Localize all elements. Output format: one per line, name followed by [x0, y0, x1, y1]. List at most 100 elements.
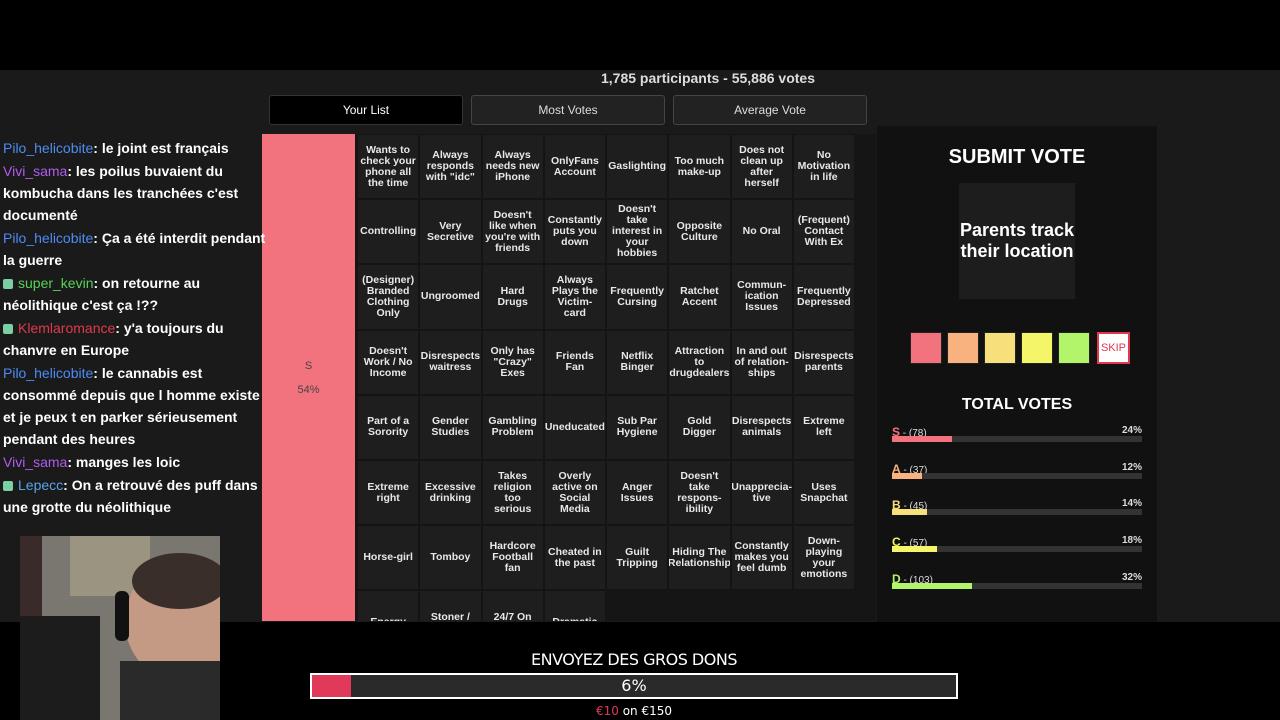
tier-item[interactable]: Doesn't take respons-ibility — [668, 459, 731, 526]
tab-your-list[interactable]: Your List — [269, 95, 463, 125]
chat-text: : manges les loic — [67, 454, 181, 470]
chat-message: Pilo_helicobite: le joint est français — [3, 137, 275, 159]
tier-items: Wants to check your phone all the time Al… — [357, 134, 855, 621]
tier-item[interactable]: Uses Snapchat — [792, 459, 855, 526]
tier-item[interactable]: Attraction to drugdealers — [668, 329, 731, 395]
chat-username[interactable]: Pilo_helicobite — [3, 365, 93, 381]
total-votes-row: D - (103) 32% — [892, 572, 1142, 608]
tier-item[interactable]: OnlyFans Account — [543, 134, 606, 200]
tier-item[interactable]: Gaslighting — [606, 134, 669, 200]
tier-item[interactable]: No Oral — [730, 199, 793, 265]
chat-username[interactable]: super_kevin — [18, 275, 94, 291]
tier-item[interactable]: Does not clean up after herself — [730, 134, 793, 200]
donation-goal: on €150 — [622, 704, 673, 718]
tier-item[interactable]: Constantly makes you feel dumb — [730, 525, 793, 591]
chat-badge-icon — [3, 279, 13, 289]
vote-tier-fill — [892, 472, 922, 479]
tier-item[interactable]: (Designer) Branded Clothing Only — [357, 264, 420, 330]
tier-item[interactable]: Constantly puts you down — [543, 199, 606, 265]
tier-item[interactable]: Hardcore Football fan — [481, 525, 544, 591]
tier-item[interactable]: Frequently Depressed — [792, 264, 855, 330]
tier-item[interactable]: Uneducated — [543, 394, 606, 460]
tier-item[interactable]: Ungroomed — [419, 264, 482, 330]
tier-item[interactable]: Hiding The Relationship — [668, 525, 731, 591]
tier-item[interactable]: Hard Drugs — [481, 264, 544, 330]
tier-item[interactable]: Controlling — [357, 199, 420, 265]
webcam-feed — [20, 536, 220, 720]
tier-item[interactable]: Very Secretive — [419, 199, 482, 265]
tier-item[interactable]: No Motivation in life — [792, 134, 855, 200]
tier-item[interactable]: Extreme left — [792, 394, 855, 460]
tier-item[interactable]: Doesn't like when you're with friends — [481, 199, 544, 265]
tier-item[interactable]: Doesn't Work / No Income — [357, 329, 420, 395]
vote-tier-bar — [892, 582, 1142, 589]
chat-username[interactable]: Vivi_sama — [3, 454, 67, 470]
tier-item[interactable]: Wants to check your phone all the time — [357, 134, 420, 200]
tier-item[interactable]: Energy — [357, 590, 420, 621]
tier-item[interactable]: Gold Digger — [668, 394, 731, 460]
tier-item[interactable]: Always Plays the Victim-card — [543, 264, 606, 330]
tier-item[interactable]: Ratchet Accent — [668, 264, 731, 330]
tier-item[interactable]: Unapprecia-tive — [730, 459, 793, 526]
tier-item[interactable]: Commun-ication Issues — [730, 264, 793, 330]
tier-item[interactable]: Gambling Problem — [481, 394, 544, 460]
vote-button-s[interactable] — [910, 332, 942, 364]
vote-tier-percent: 18% — [1121, 535, 1142, 547]
chat-username[interactable]: Pilo_helicobite — [3, 230, 93, 246]
tier-item[interactable]: Tomboy — [419, 525, 482, 591]
vote-item-card: Parents track their location — [959, 183, 1075, 299]
tier-item[interactable]: Disrespects animals — [730, 394, 793, 460]
chat-username[interactable]: Vivi_sama — [3, 163, 67, 179]
tier-item[interactable]: Excessive drinking — [419, 459, 482, 526]
vote-button-d[interactable] — [1058, 332, 1090, 364]
tier-item[interactable]: Horse-girl — [357, 525, 420, 591]
tier-item[interactable]: Cheated in the past — [543, 525, 606, 591]
total-votes-row: A - (37) 12% — [892, 462, 1142, 498]
vote-button-c[interactable] — [1021, 332, 1053, 364]
chat-feed: Pilo_helicobite: le joint est français Vi… — [3, 137, 275, 519]
tier-item[interactable]: Dramatic — [543, 590, 606, 621]
tier-item[interactable]: Guilt Tripping — [606, 525, 669, 591]
participants-votes-stats: 1,785 participants - 55,886 votes — [601, 70, 815, 86]
tier-item[interactable]: Netflix Binger — [606, 329, 669, 395]
tab-most-votes[interactable]: Most Votes — [471, 95, 665, 125]
chat-text: : le joint est français — [93, 140, 229, 156]
chat-message: super_kevin: on retourne au néolithique … — [3, 272, 275, 316]
chat-message: Pilo_helicobite: le cannabis est consomm… — [3, 362, 275, 450]
tier-item[interactable]: Gender Studies — [419, 394, 482, 460]
vote-button-b[interactable] — [984, 332, 1016, 364]
tier-item[interactable]: Disrespects parents — [792, 329, 855, 395]
tier-item[interactable]: Only has "Crazy" Exes — [481, 329, 544, 395]
vote-tier-percent: 12% — [1121, 461, 1142, 473]
chat-badge-icon — [3, 324, 13, 334]
vote-tier-percent: 32% — [1121, 571, 1142, 583]
vote-button-a[interactable] — [947, 332, 979, 364]
vote-tier-bar — [892, 472, 1142, 479]
tier-item[interactable]: Too much make-up — [668, 134, 731, 200]
tier-item[interactable]: Always responds with "idc" — [419, 134, 482, 200]
tier-item[interactable]: Doesn't take interest in your hobbies — [606, 199, 669, 265]
chat-username[interactable]: Lepecc — [18, 477, 63, 493]
tier-item[interactable]: 24/7 On her — [481, 590, 544, 621]
tier-item[interactable]: Friends Fan — [543, 329, 606, 395]
skip-button[interactable]: SKIP — [1097, 332, 1130, 364]
tier-item[interactable]: Stoner / Weed — [419, 590, 482, 621]
tier-percent: 54% — [297, 383, 320, 396]
tier-item[interactable]: Overly active on Social Media — [543, 459, 606, 526]
tier-item[interactable]: Always needs new iPhone — [481, 134, 544, 200]
tier-item[interactable]: Frequently Cursing — [606, 264, 669, 330]
tier-item[interactable]: (Frequent) Contact With Ex — [792, 199, 855, 265]
tier-item[interactable]: Opposite Culture — [668, 199, 731, 265]
chat-username[interactable]: Klemlaromance — [18, 320, 115, 336]
tier-item[interactable]: Extreme right — [357, 459, 420, 526]
tier-item[interactable]: Disrespects waitress — [419, 329, 482, 395]
tab-average-vote[interactable]: Average Vote — [673, 95, 867, 125]
chat-username[interactable]: Pilo_helicobite — [3, 140, 93, 156]
tier-item[interactable]: Part of a Sorority — [357, 394, 420, 460]
tier-item[interactable]: Takes religion too serious — [481, 459, 544, 526]
tier-item[interactable]: Down-playing your emotions — [792, 525, 855, 591]
tier-item[interactable]: Sub Par Hygiene — [606, 394, 669, 460]
tier-item[interactable]: Anger Issues — [606, 459, 669, 526]
tier-item[interactable]: In and out of relation-ships — [730, 329, 793, 395]
chat-message: Vivi_sama: manges les loic — [3, 451, 275, 473]
